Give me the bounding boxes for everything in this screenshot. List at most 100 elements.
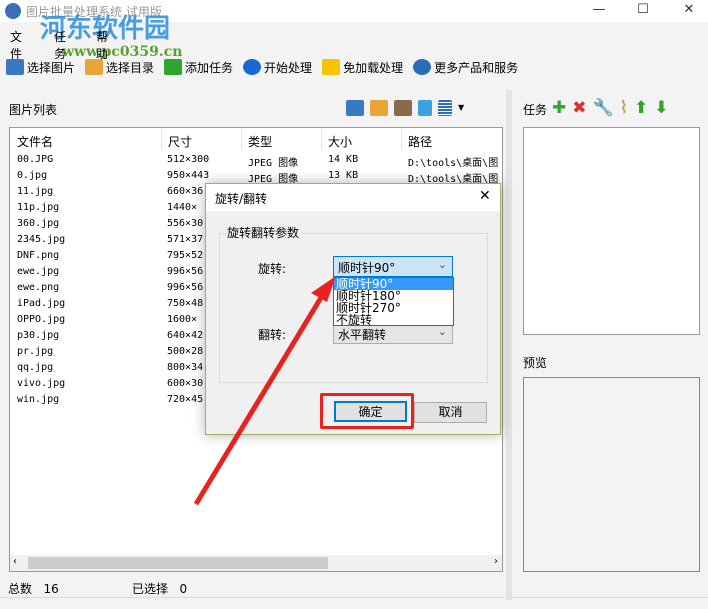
cell: 795×52 [167,250,204,261]
toolbar-button-5[interactable]: 更多产品和服务 [413,59,518,76]
col-filename[interactable]: 文件名 [17,133,53,150]
task-list[interactable] [523,127,700,335]
cell: 800×34 [167,362,204,373]
image-list-title: 图片列表 [9,103,58,117]
cell: iPad.jpg [17,298,66,309]
move-up-icon[interactable]: ⬆ [634,98,648,118]
rotate-label: 旋转: [258,262,287,276]
toolbar-button-3[interactable]: 开始处理 [243,59,312,76]
preview-title: 预览 [523,356,548,370]
add-image-icon[interactable] [346,100,364,116]
cell: 571×37 [167,234,204,245]
table-row[interactable]: 0.jpg 950×443 JPEG 图像 13 KB D:\tools\桌面\图 [10,168,502,185]
task-toolbar: ✚ ✖ 🔧 ⌇ ⬆ ⬇ [552,98,668,118]
rotate-option[interactable]: 不旋转 [334,314,453,326]
toolbar-label: 免加载处理 [343,60,404,75]
cell: ewe.png [17,282,60,293]
cell: 996×56 [167,282,204,293]
col-size[interactable]: 大小 [328,133,352,150]
cell: D:\tools\桌面\图 [408,158,499,169]
flip-label: 翻转: [258,328,287,342]
cell: 14 KB [328,154,359,165]
add-task-icon[interactable]: ✚ [552,98,566,118]
col-dimensions[interactable]: 尺寸 [168,133,192,150]
status-selected: 已选择 0 [132,580,187,597]
cell: 2345.jpg [17,234,66,245]
folder-icon [85,59,104,75]
task-title: 任务 [523,103,547,117]
cell: 640×42 [167,330,204,341]
cell: pr.jpg [17,346,54,357]
cell: 00.JPG [17,154,54,165]
toolbar-button-4[interactable]: 免加载处理 [322,59,403,76]
cell: 556×30 [167,218,204,229]
dropdown-arrow-icon[interactable]: ▼ [458,103,464,116]
list-header: 文件名 尺寸 类型 大小 路径 [10,128,502,150]
cell: 720×45 [167,394,204,405]
cell: 0.jpg [17,170,48,181]
chevron-down-icon: ⌄ [437,258,447,271]
flip-value: 水平翻转 [338,328,387,342]
recycle-bin-icon[interactable] [418,100,432,116]
dialog-title-bar: 旋转/翻转 ✕ [206,184,500,211]
remove-image-icon[interactable] [394,100,412,116]
cell: 360.jpg [17,218,60,229]
add-folder-icon[interactable] [370,100,388,116]
toolbar-button-0[interactable]: 选择图片 [6,59,75,76]
move-down-icon[interactable]: ⬇ [654,98,668,118]
cell: DNF.png [17,250,60,261]
toolbar-button-2[interactable]: 添加任务 [164,59,233,76]
cell: 750×48 [167,298,204,309]
toolbar-label: 更多产品和服务 [434,60,519,75]
cell: 1440× [167,202,198,213]
broom-icon[interactable]: ⌇ [620,98,628,118]
cell: 600×30 [167,378,204,389]
cell: win.jpg [17,394,60,405]
toolbar-label: 选择图片 [27,60,76,75]
rotate-value: 顺时针90° [338,261,396,275]
selected-label: 已选择 [132,582,169,596]
cell: OPPO.jpg [17,314,66,325]
cell: ewe.jpg [17,266,60,277]
cell: 996×56 [167,266,204,277]
highlight-box [320,393,414,429]
scroll-left-icon[interactable]: ‹ [13,556,17,567]
app-icon [5,3,21,19]
col-type[interactable]: 类型 [248,133,272,150]
cell: p30.jpg [17,330,60,341]
close-button[interactable]: ✕ [674,2,704,20]
preview-area [523,377,700,572]
horizontal-scrollbar[interactable]: ‹ › [10,555,502,571]
cell: vivo.jpg [17,378,66,389]
maximize-button[interactable]: ☐ [628,2,658,20]
rotate-select[interactable]: 顺时针90° ⌄ [333,256,453,277]
cell: 13 KB [328,170,359,181]
chevron-down-icon: ⌄ [437,325,447,338]
scrollbar-thumb[interactable] [28,557,328,569]
divider [0,597,708,598]
list-view-icon[interactable] [438,100,452,116]
toolbar-label: 开始处理 [264,60,313,75]
total-label: 总数 [8,582,33,596]
cancel-button[interactable]: 取消 [414,402,487,423]
cell: 11.jpg [17,186,54,197]
globe-icon [413,59,432,75]
toolbar-label: 选择目录 [106,60,155,75]
minimize-button[interactable]: — [584,2,614,20]
cell: JPEG 图像 [248,158,299,169]
table-row[interactable]: 00.JPG 512×300 JPEG 图像 14 KB D:\tools\桌面\图 [10,152,502,169]
dialog-close-button[interactable]: ✕ [479,188,491,204]
wrench-icon[interactable]: 🔧 [593,98,614,118]
toolbar-label: 添加任务 [185,60,234,75]
dialog-title: 旋转/翻转 [215,192,268,206]
cell: 660×36 [167,186,204,197]
delete-task-icon[interactable]: ✖ [572,98,586,118]
toolbar: 选择图片 选择目录 添加任务 开始处理 免加载处理 更多产品和服务 [0,55,522,79]
panel-splitter[interactable] [506,90,512,600]
play-icon [243,59,262,75]
toolbar-button-1[interactable]: 选择目录 [85,59,154,76]
cell: 500×28 [167,346,204,357]
cell: qq.jpg [17,362,54,373]
col-path[interactable]: 路径 [408,133,432,150]
scroll-right-icon[interactable]: › [494,556,498,567]
